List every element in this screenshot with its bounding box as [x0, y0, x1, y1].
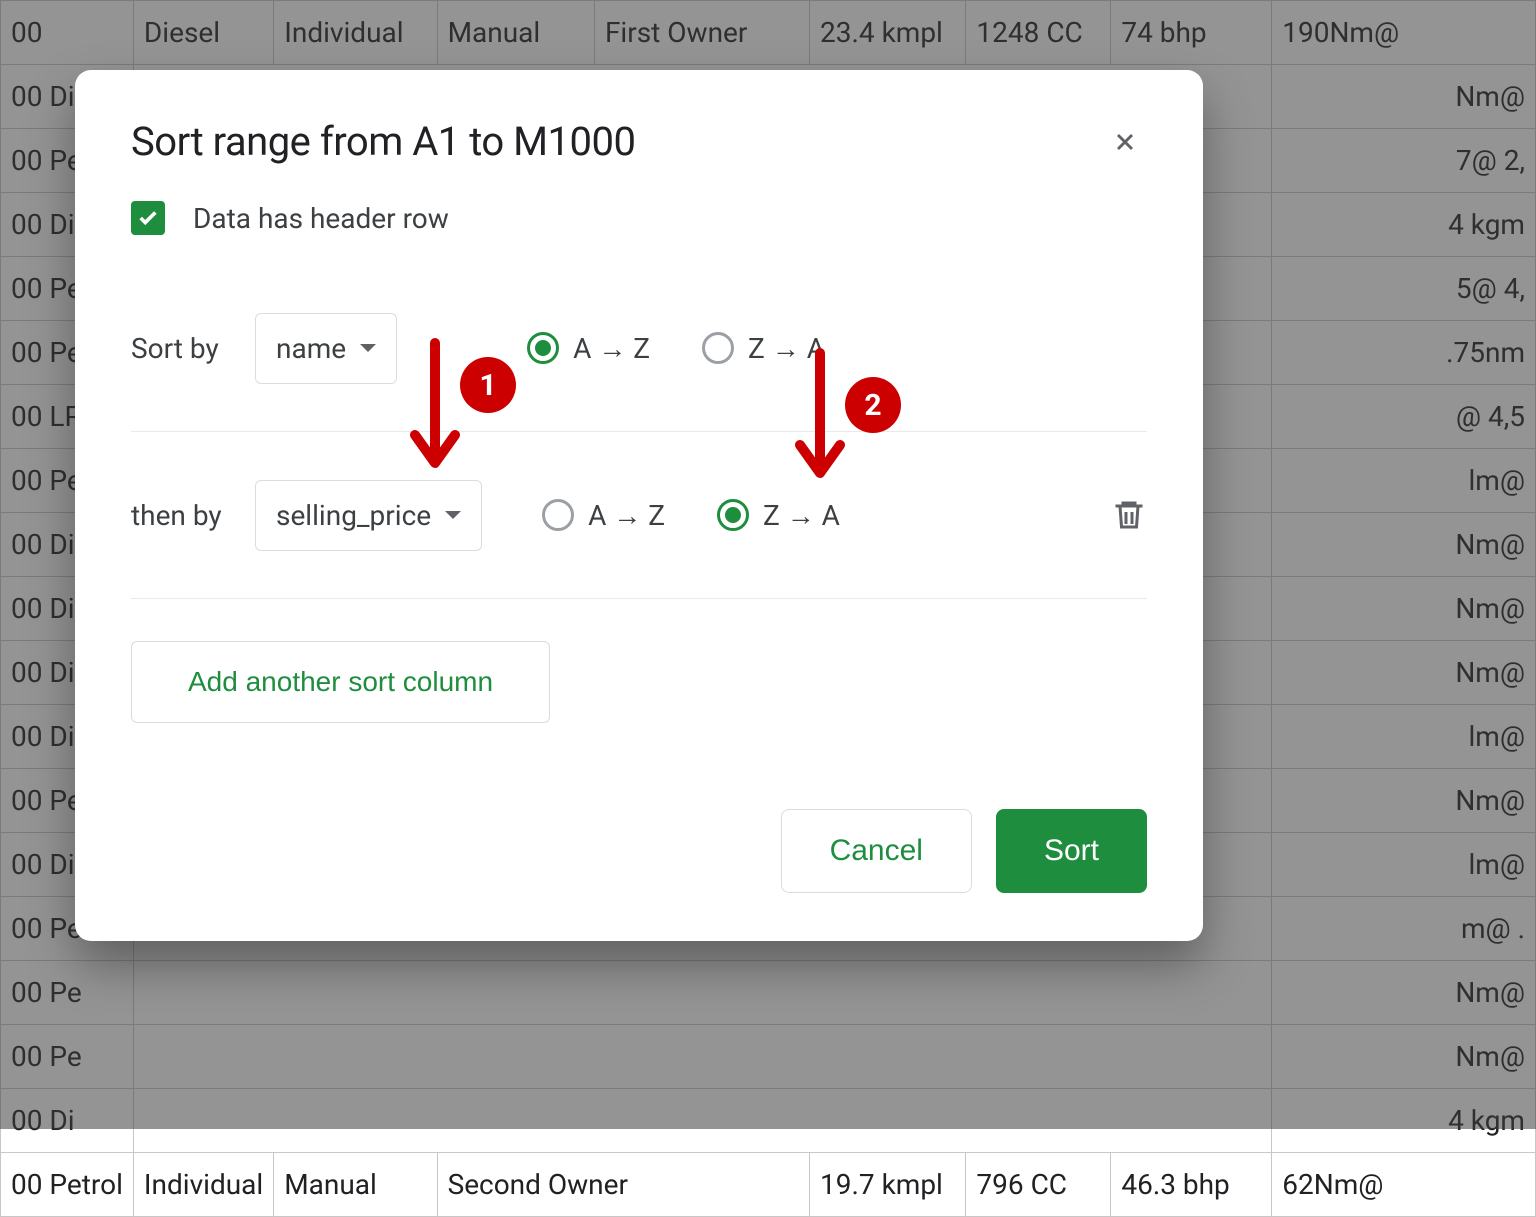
checkmark-icon [137, 207, 159, 229]
dialog-title: Sort range from A1 to M1000 [131, 118, 635, 165]
sort-range-dialog: Sort range from A1 to M1000 Data has hea… [75, 70, 1203, 941]
radio-icon [702, 332, 734, 364]
radio-label: A → Z [588, 499, 665, 532]
sort-column-dropdown-2[interactable]: selling_price [255, 480, 482, 551]
add-sort-column-button[interactable]: Add another sort column [131, 641, 550, 723]
radio-label: Z → A [748, 332, 825, 365]
close-button[interactable] [1103, 120, 1147, 164]
dropdown-value: selling_price [276, 499, 431, 532]
sort-row-1: Sort by name A → Z Z → A [131, 307, 1147, 389]
chevron-down-icon [360, 344, 376, 352]
close-icon [1111, 128, 1139, 156]
radio-icon [527, 332, 559, 364]
sort-desc-radio-2[interactable]: Z → A [717, 499, 840, 532]
radio-label: Z → A [763, 499, 840, 532]
header-row-label: Data has header row [193, 202, 449, 235]
sort-asc-radio-1[interactable]: A → Z [527, 332, 650, 365]
radio-icon [542, 499, 574, 531]
delete-sort-row-button[interactable] [1111, 497, 1147, 533]
then-by-label: then by [131, 499, 255, 532]
cancel-button[interactable]: Cancel [781, 809, 972, 893]
divider [131, 431, 1147, 432]
radio-label: A → Z [573, 332, 650, 365]
sort-row-2: then by selling_price A → Z Z → A [131, 474, 1147, 556]
radio-icon [717, 499, 749, 531]
sort-desc-radio-1[interactable]: Z → A [702, 332, 825, 365]
trash-icon [1111, 497, 1147, 533]
table-row: 00 Petrol Individual Manual Second Owner… [1, 1153, 1536, 1217]
chevron-down-icon [445, 511, 461, 519]
sort-asc-radio-2[interactable]: A → Z [542, 499, 665, 532]
sort-by-label: Sort by [131, 332, 255, 365]
sort-column-dropdown-1[interactable]: name [255, 313, 397, 384]
divider [131, 598, 1147, 599]
dropdown-value: name [276, 332, 346, 365]
sort-button[interactable]: Sort [996, 809, 1147, 893]
header-row-checkbox[interactable] [131, 201, 165, 235]
